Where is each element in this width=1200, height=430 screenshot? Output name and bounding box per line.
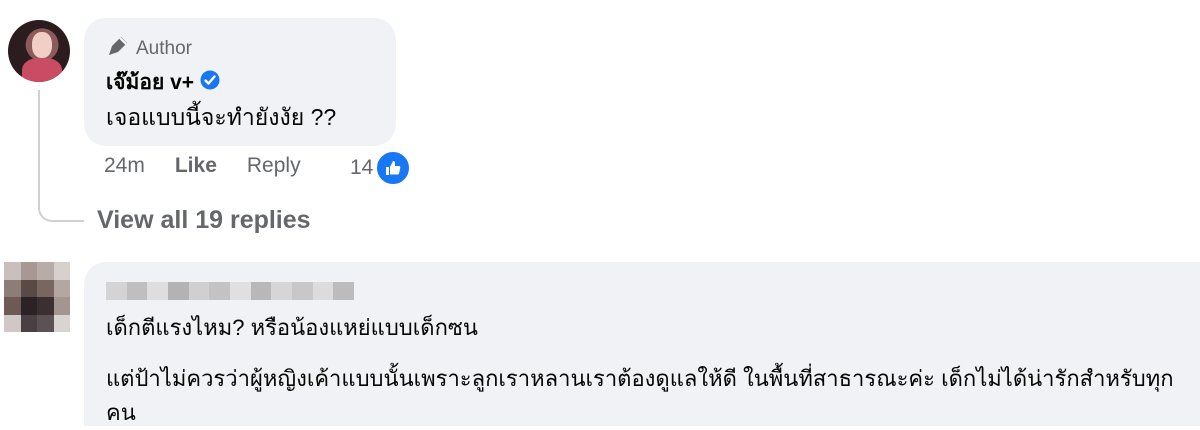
comment-text-line: แต่ป้าไม่ควรว่าผู้หญิงเค้าแบบนั้นเพราะลู… [106, 366, 1174, 425]
commenter-name-row: เจ๊ม้อย v+ [106, 66, 220, 99]
commenter-avatar-blurred[interactable] [4, 262, 70, 332]
view-replies-link[interactable]: View all 19 replies [97, 206, 311, 235]
comment-actions: 24m Like Reply [104, 154, 331, 178]
thread-line-curve [38, 190, 84, 222]
avatar-face [32, 32, 52, 58]
comment-bubble: Author เจ๊ม้อย v+ เจอแบบนี้จะทำยังงัย ?? [84, 18, 396, 146]
like-button[interactable]: Like [175, 154, 217, 178]
comment-time[interactable]: 24m [104, 154, 145, 178]
comment-bubble: เด็กตีแรงไหม? หรือน้องแหย่แบบเด็กซน แต่ป… [84, 262, 1200, 426]
author-avatar[interactable] [8, 20, 70, 82]
pen-icon [106, 34, 130, 64]
commenter-name-blurred[interactable] [106, 282, 355, 300]
reply-button[interactable]: Reply [247, 154, 301, 178]
reaction-count: 14 [350, 156, 374, 179]
author-badge: Author [106, 34, 192, 64]
reaction-summary[interactable]: 14 [350, 150, 412, 186]
author-badge-label: Author [136, 38, 192, 59]
comment-text: เจอแบบนี้จะทำยังงัย ?? [106, 104, 337, 130]
like-icon [375, 150, 412, 186]
avatar-body [22, 58, 62, 82]
commenter-name[interactable]: เจ๊ม้อย v+ [106, 66, 194, 99]
comment-text-line: เด็กตีแรงไหม? หรือน้องแหย่แบบเด็กซน [106, 315, 478, 340]
verified-icon [200, 70, 220, 96]
